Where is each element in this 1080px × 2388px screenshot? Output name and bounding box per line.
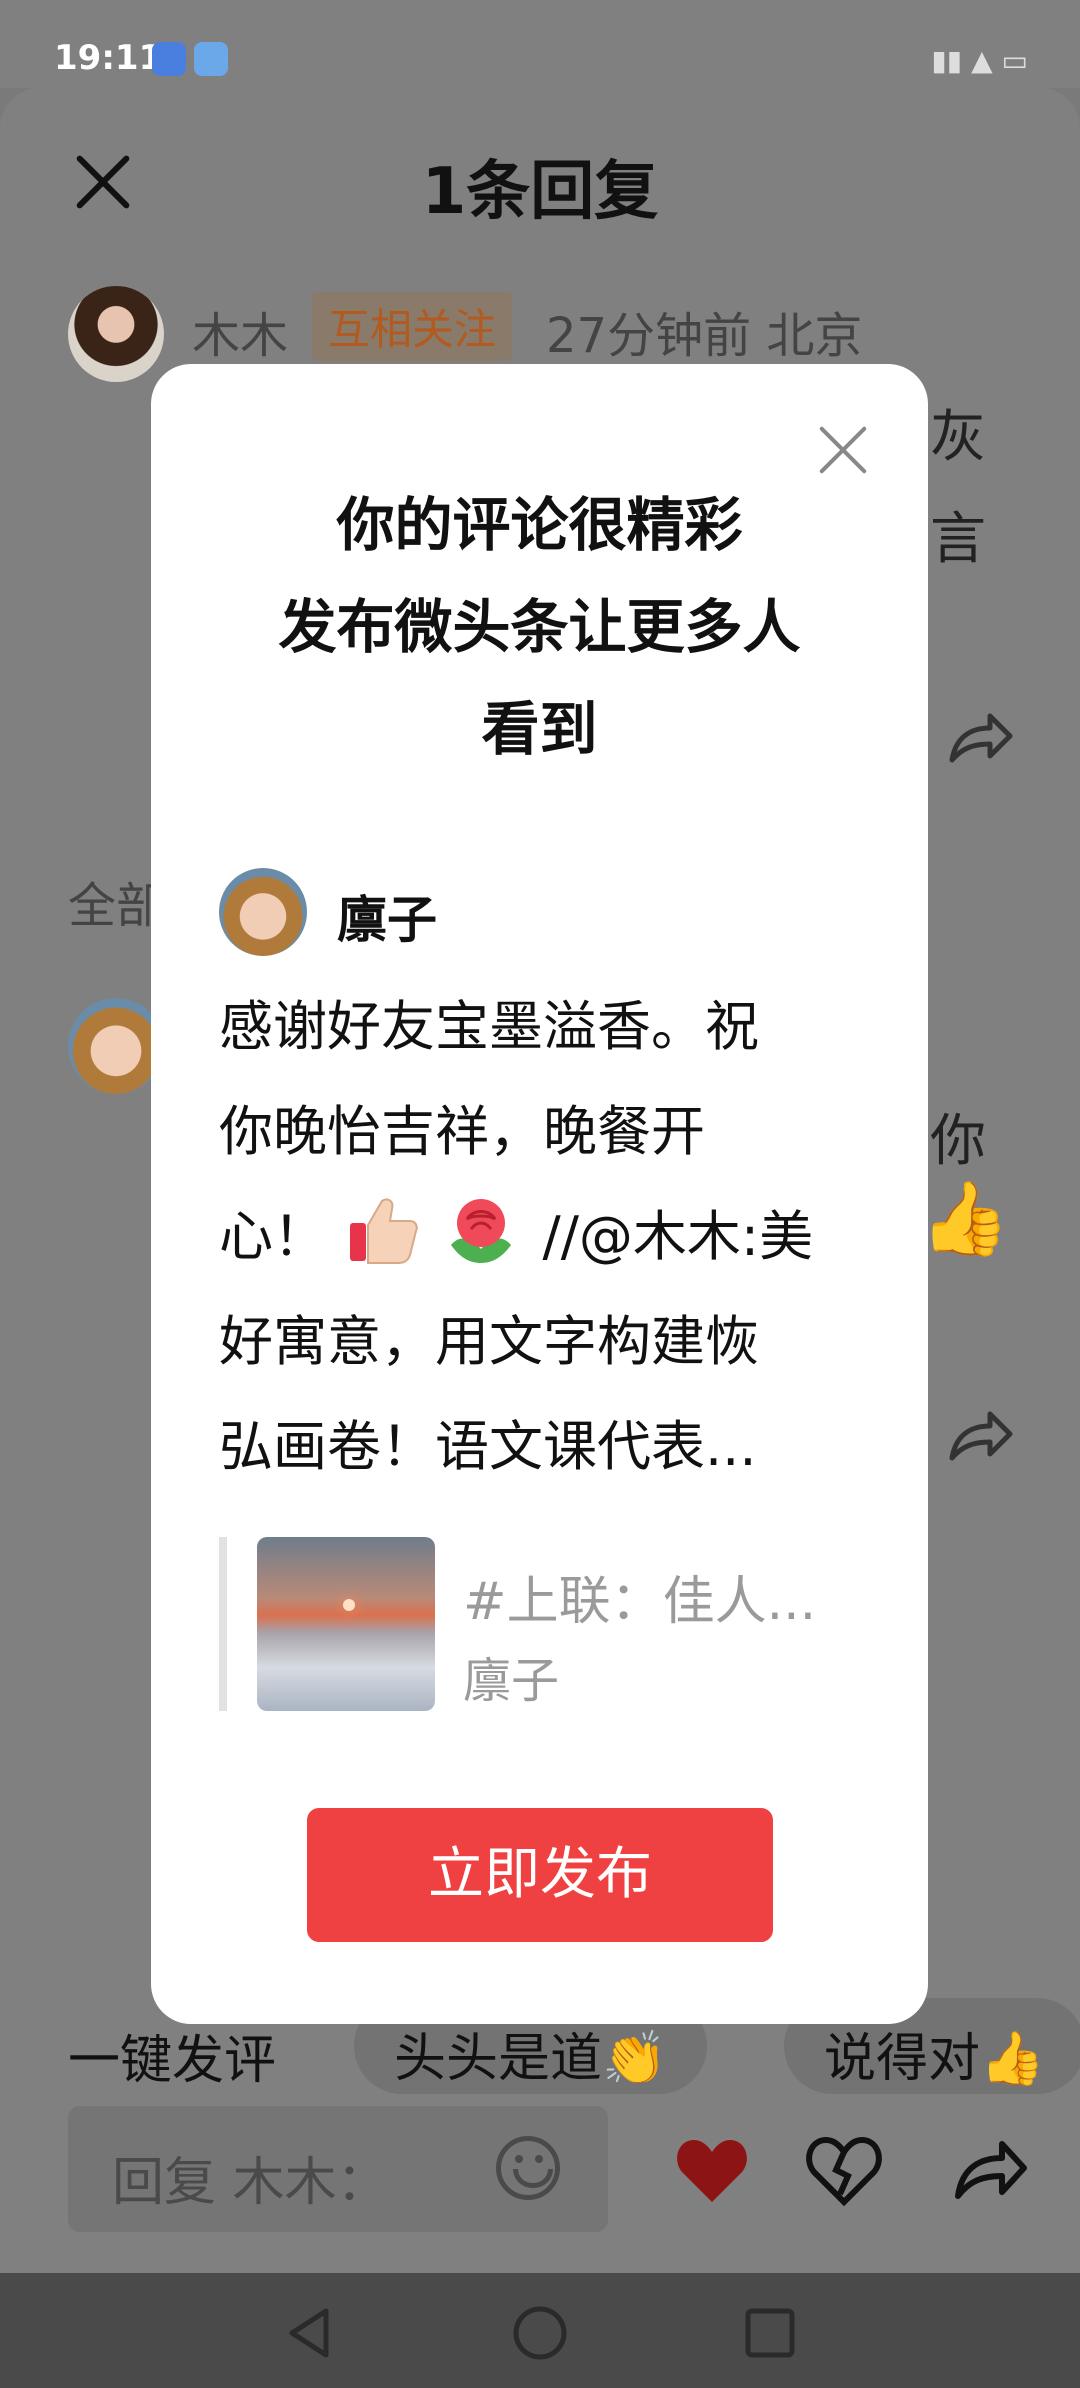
signal-battery-icons: ▮▮ ▲ ▭ — [931, 44, 1028, 77]
navigation-bar — [0, 2273, 1080, 2388]
post-line: 弘画卷！语文课代表... — [219, 1415, 757, 1478]
post-line: 好寓意，用文字构建恢 — [219, 1310, 759, 1373]
avatar[interactable] — [68, 998, 164, 1094]
publish-dialog: 你的评论很精彩 发布微头条让更多人 看到 廪子 感谢好友宝墨溢香。祝 你晚怡吉祥… — [151, 364, 928, 2024]
quoted-post-card[interactable]: #上联：佳人... 廪子 — [219, 1537, 859, 1711]
browser-app-icon — [152, 42, 186, 76]
reply-text-fragment: 你 — [930, 1109, 986, 1174]
quoted-post-title: #上联：佳人... — [463, 1572, 817, 1632]
status-bar: 19:11 ▮▮ ▲ ▭ — [0, 0, 1080, 88]
dialog-title-line: 你的评论很精彩 — [336, 491, 743, 559]
post-line: 感谢好友宝墨溢香。祝 — [219, 995, 759, 1058]
post-preview-text: 感谢好友宝墨溢香。祝 你晚怡吉祥，晚餐开 心！ //@木木:美 好寓意，用文字构… — [219, 974, 879, 1499]
dialog-title-line: 发布微头条让更多人 — [278, 593, 801, 661]
author-avatar — [219, 868, 307, 956]
publish-button[interactable]: 立即发布 — [307, 1808, 773, 1942]
status-time: 19:11 — [54, 38, 163, 78]
close-icon[interactable] — [817, 424, 869, 476]
reply-input[interactable]: 回复 木木： — [68, 2106, 608, 2232]
weather-app-icon — [194, 42, 228, 76]
home-icon[interactable] — [510, 2303, 570, 2363]
dialog-title: 你的评论很精彩 发布微头条让更多人 看到 — [151, 474, 928, 780]
quick-comment-label: 一键发评 — [68, 2031, 277, 2091]
emoji-icon[interactable] — [496, 2136, 560, 2200]
recents-icon[interactable] — [740, 2303, 800, 2363]
post-line: 你晚怡吉祥，晚餐开 — [219, 1100, 705, 1163]
rose-icon — [451, 1199, 512, 1263]
thumbs-up-icon — [350, 1198, 418, 1264]
avatar[interactable] — [68, 286, 164, 382]
all-replies-label: 全部 — [68, 878, 165, 934]
page-title: 1条回复 — [421, 155, 659, 229]
post-line: 心！ //@木木:美 — [219, 1184, 879, 1289]
post-line-text: 心！ — [219, 1205, 327, 1268]
broken-heart-icon[interactable] — [804, 2130, 884, 2210]
comment-meta: 27分钟前 北京 — [546, 308, 863, 364]
share-icon[interactable] — [950, 2130, 1030, 2210]
post-line-text: //@木木:美 — [542, 1205, 814, 1268]
share-icon[interactable] — [946, 706, 1016, 766]
dialog-title-line: 看到 — [481, 695, 598, 763]
mutual-follow-badge: 互相关注 — [312, 292, 513, 361]
quoted-post-author: 廪子 — [463, 1653, 560, 1709]
comment-username[interactable]: 木木 — [192, 296, 288, 366]
comment-text-fragment: 言 — [930, 507, 986, 572]
quoted-post-thumbnail — [257, 1537, 435, 1711]
back-icon[interactable] — [280, 2303, 340, 2363]
comment-text-fragment: 灰 — [930, 405, 986, 470]
thumbs-up-icon: 👍 — [920, 1176, 1010, 1260]
reply-placeholder: 回复 木木： — [112, 2153, 389, 2213]
author-name: 廪子 — [337, 891, 437, 949]
heart-icon[interactable] — [672, 2130, 752, 2210]
share-icon[interactable] — [946, 1404, 1016, 1464]
